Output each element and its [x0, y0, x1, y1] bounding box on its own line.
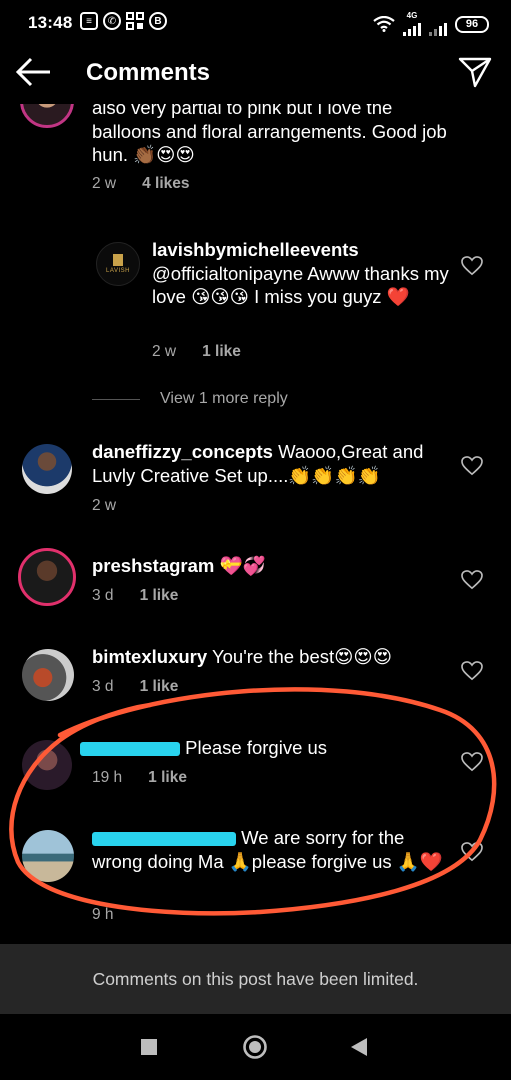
- b-app-icon: B: [149, 12, 167, 30]
- status-time: 13:48: [28, 13, 73, 32]
- like-heart-icon[interactable]: [461, 661, 483, 681]
- like-heart-icon[interactable]: [461, 842, 483, 862]
- page-title: Comments: [86, 59, 211, 86]
- status-bar: 13:48 ≡ ✆ B 4G 96: [0, 0, 511, 40]
- view-more-replies[interactable]: View 1 more reply: [92, 390, 288, 408]
- reply-body: @officialtonipayne Awww thanks my love 😘…: [152, 262, 449, 308]
- comment-text: daneffizzy_concepts Waooo,Great and Luvl…: [92, 440, 452, 487]
- comment-time: 2 w: [92, 175, 117, 192]
- comment-likes[interactable]: 1 like: [148, 769, 187, 787]
- reply-text: lavishbymichelleevents @officialtonipayn…: [152, 238, 452, 309]
- comment-likes[interactable]: 1 like: [140, 587, 179, 605]
- system-navigation-bar: [0, 1014, 511, 1080]
- comment-body: 💝💞: [219, 555, 266, 576]
- like-heart-icon[interactable]: [461, 752, 483, 772]
- battery-icon: 96: [455, 15, 489, 33]
- status-notification-icons: ≡ ✆ B: [80, 12, 167, 30]
- comment-likes[interactable]: 4 likes: [142, 175, 189, 193]
- comment-username[interactable]: daneffizzy_concepts: [92, 441, 273, 462]
- comment-meta: 9 h: [92, 906, 114, 924]
- commenter-avatar[interactable]: [20, 104, 74, 128]
- whatsapp-icon: ✆: [103, 12, 121, 30]
- comment-likes[interactable]: 1 like: [140, 678, 179, 696]
- comment-time: 3 d: [92, 678, 114, 695]
- comment-time: 2 w: [92, 497, 117, 514]
- comment-text: bimtexluxury You're the best😍😍😍: [92, 645, 452, 669]
- like-heart-icon[interactable]: [461, 256, 483, 276]
- comment-meta: 19 h 1 like: [92, 769, 187, 787]
- comments-limited-notice: Comments on this post have been limited.: [0, 944, 511, 1014]
- wifi-icon: [373, 16, 395, 32]
- comment-body: You're the best😍😍😍: [211, 646, 392, 667]
- commenter-avatar[interactable]: [22, 740, 72, 790]
- send-direct-icon[interactable]: [457, 54, 493, 90]
- comment-username[interactable]: bimtexluxury: [92, 646, 207, 667]
- message-icon: ≡: [80, 12, 98, 30]
- avatar-logo-text: LAVISH: [106, 268, 130, 274]
- replier-avatar[interactable]: LAVISH: [96, 242, 140, 286]
- reply-likes[interactable]: 1 like: [202, 343, 241, 361]
- reply-time: 2 w: [152, 343, 177, 360]
- reply-username[interactable]: lavishbymichelleevents: [152, 239, 359, 260]
- comments-list[interactable]: also very partial to pink but I love the…: [0, 104, 511, 944]
- comments-header: Comments: [0, 40, 511, 104]
- commenter-avatar[interactable]: [22, 830, 74, 882]
- comment-time: 9 h: [92, 906, 114, 923]
- comment-time: 19 h: [92, 769, 123, 786]
- like-heart-icon[interactable]: [461, 456, 483, 476]
- commenter-avatar[interactable]: [22, 649, 74, 701]
- comment-text: also very partial to pink but I love the…: [92, 104, 447, 165]
- comment-meta: 3 d 1 like: [92, 678, 178, 696]
- comment-text: preshstagram 💝💞: [92, 554, 452, 578]
- network-type-label: 4G: [406, 11, 418, 20]
- view-more-replies-label: View 1 more reply: [160, 390, 288, 407]
- like-heart-icon[interactable]: [461, 570, 483, 590]
- commenter-avatar[interactable]: [18, 548, 76, 606]
- comments-limited-text: Comments on this post have been limited.: [92, 968, 419, 989]
- back-arrow-icon[interactable]: [14, 54, 54, 90]
- battery-level: 96: [465, 18, 479, 30]
- reply-meta: 2 w 1 like: [152, 343, 241, 361]
- comment-time: 3 d: [92, 587, 114, 604]
- back-triangle-icon[interactable]: [350, 1037, 368, 1057]
- logo-mark-icon: [113, 254, 123, 266]
- grid-app-icon: [126, 12, 144, 30]
- recents-square-icon[interactable]: [140, 1038, 158, 1056]
- comment-body: Please forgive us: [185, 737, 328, 758]
- redacted-username: [92, 832, 236, 847]
- comment-username[interactable]: preshstagram: [92, 555, 214, 576]
- comment-meta: 2 w: [92, 497, 116, 515]
- commenter-avatar[interactable]: [22, 444, 72, 494]
- comment-text: We are sorry for the wrong doing Ma 🙏ple…: [92, 826, 452, 873]
- divider: [92, 398, 140, 400]
- home-circle-icon[interactable]: [242, 1034, 268, 1060]
- comment-meta: 2 w 4 likes: [92, 175, 190, 193]
- redacted-username: [80, 742, 180, 757]
- comment-meta: 3 d 1 like: [92, 587, 178, 605]
- status-system-icons: 4G 96: [373, 12, 489, 36]
- instagram-comments-screen: 13:48 ≡ ✆ B 4G 96 Comments also very par…: [0, 0, 511, 1080]
- signal-icon: 4G: [403, 12, 447, 36]
- comment-text: Please forgive us: [80, 736, 460, 760]
